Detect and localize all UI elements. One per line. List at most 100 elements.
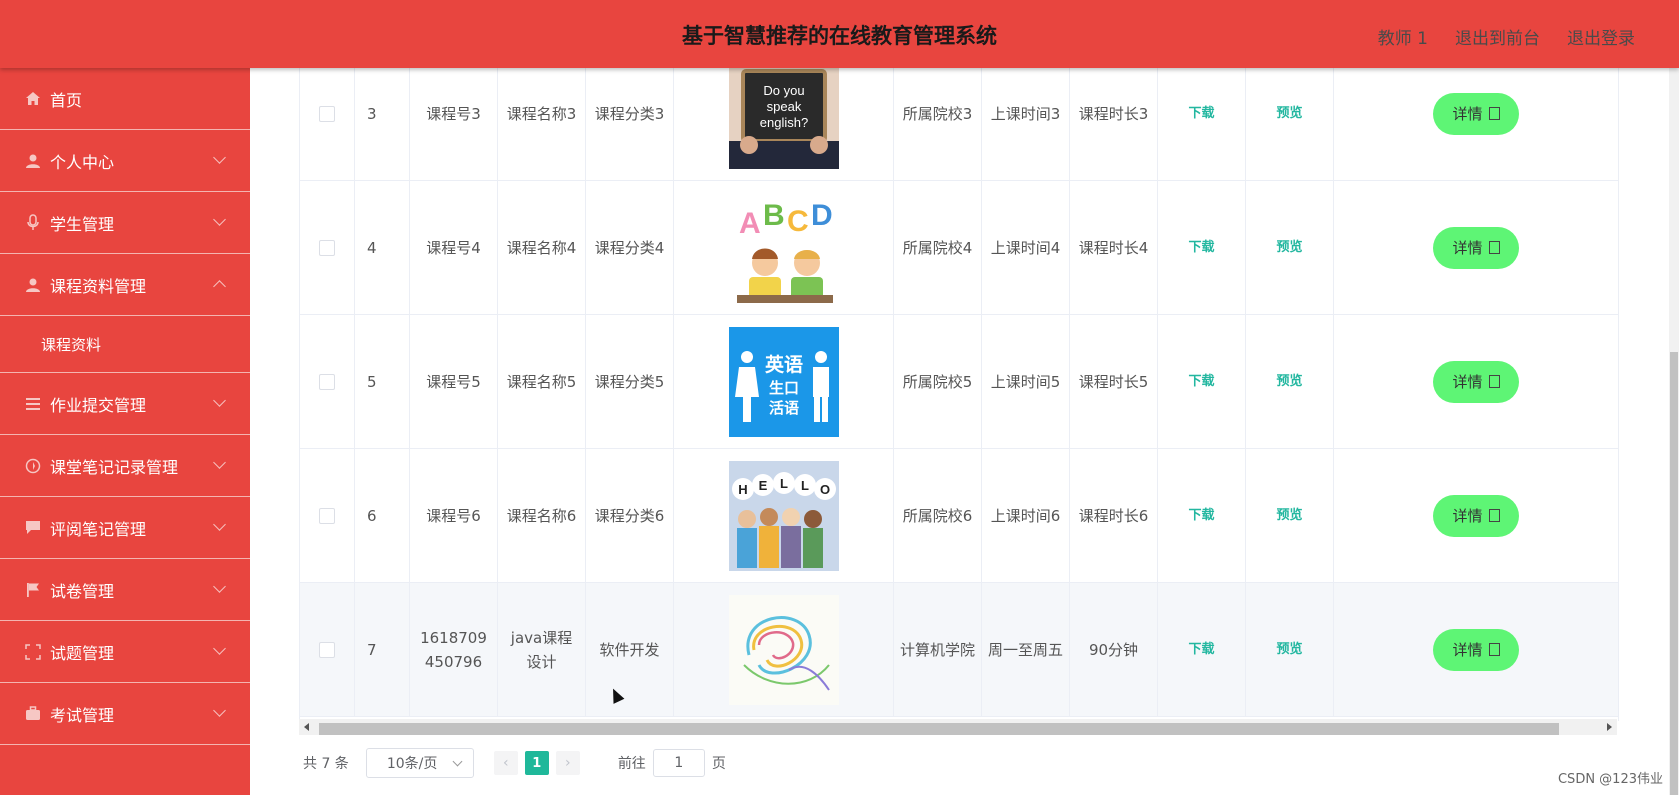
sidebar-subitem-course-materials[interactable]: 课程资料 <box>0 316 250 373</box>
table-row: 3 课程号3 课程名称3 课程分类3 Do you speak english? <box>300 68 1618 181</box>
duration-cell: 课程时长4 <box>1070 181 1158 314</box>
chat-icon <box>24 519 42 537</box>
preview-cell: 预览 <box>1246 68 1334 180</box>
row-checkbox-cell[interactable] <box>300 181 355 314</box>
table-horizontal-scrollbar[interactable] <box>299 719 1617 735</box>
chevron-down-icon <box>213 518 226 531</box>
total-count: 共 7 条 <box>303 756 349 772</box>
sidebar-item-label: 考试管理 <box>50 705 115 725</box>
preview-link[interactable]: 预览 <box>1276 236 1302 260</box>
sidebar-item-exam-management[interactable]: 考试管理 <box>0 683 250 745</box>
sidebar-item-exam-paper-management[interactable]: 试卷管理 <box>0 559 250 621</box>
row-checkbox[interactable] <box>319 105 335 122</box>
sidebar-item-label: 首页 <box>50 90 83 110</box>
sidebar-item-label: 课堂笔记记录管理 <box>50 457 179 477</box>
download-cell: 下载 <box>1158 181 1246 314</box>
row-checkbox-cell[interactable] <box>300 315 355 448</box>
sidebar-item-label: 评阅笔记管理 <box>50 519 147 539</box>
user-icon <box>24 152 42 170</box>
row-checkbox-cell[interactable] <box>300 583 355 716</box>
preview-cell: 预览 <box>1246 583 1334 716</box>
actions-cell: 详情 <box>1334 68 1618 180</box>
sidebar-item-review-notes-management[interactable]: 评阅笔记管理 <box>0 497 250 559</box>
sidebar-item-homework-management[interactable]: 作业提交管理 <box>0 373 250 435</box>
sidebar-item-label: 学生管理 <box>50 214 115 234</box>
row-checkbox-cell[interactable] <box>300 449 355 582</box>
row-checkbox[interactable] <box>319 641 335 658</box>
sidebar-item-class-notes-management[interactable]: 课堂笔记记录管理 <box>0 435 250 497</box>
detail-button[interactable]: 详情 <box>1433 92 1519 135</box>
sidebar-item-student-management[interactable]: 学生管理 <box>0 192 250 254</box>
briefcase-icon <box>24 705 42 723</box>
current-page-button[interactable]: 1 <box>524 751 549 775</box>
abstract-swirl-image <box>728 594 839 705</box>
download-link[interactable]: 下载 <box>1188 236 1214 260</box>
detail-button[interactable]: 详情 <box>1433 360 1519 403</box>
preview-cell: 预览 <box>1246 449 1334 582</box>
category-cell: 课程分类5 <box>586 315 674 448</box>
image-cell: Do you speak english? <box>674 68 894 180</box>
course-no-cell: 课程号6 <box>410 449 498 582</box>
svg-text:活语: 活语 <box>768 399 798 417</box>
svg-text:B: B <box>763 199 785 232</box>
table-row: 7 1618709450796 java课程设计 软件开发 计算机学院 周一至周… <box>300 583 1618 717</box>
download-link[interactable]: 下载 <box>1188 102 1214 126</box>
english-speaking-blue-sign: 英语 生口 活语 <box>728 326 839 437</box>
row-checkbox-cell[interactable] <box>300 68 355 180</box>
current-user-label[interactable]: 教师 1 <box>1378 24 1428 49</box>
preview-link[interactable]: 预览 <box>1276 504 1302 528</box>
preview-link[interactable]: 预览 <box>1276 638 1302 662</box>
preview-link[interactable]: 预览 <box>1276 102 1302 126</box>
actions-cell: 详情 <box>1334 315 1618 448</box>
download-link[interactable]: 下载 <box>1188 370 1214 394</box>
scroll-left-arrow-icon[interactable] <box>304 723 309 731</box>
abcd-kids-illustration: A B C D <box>728 192 839 303</box>
goto-page-input[interactable]: 1 <box>652 749 705 777</box>
row-checkbox[interactable] <box>319 507 335 524</box>
scroll-right-arrow-icon[interactable] <box>1607 723 1612 731</box>
row-checkbox[interactable] <box>319 373 335 390</box>
download-cell: 下载 <box>1158 583 1246 716</box>
detail-button-label: 详情 <box>1452 372 1483 391</box>
next-page-button[interactable]: › <box>555 751 580 775</box>
school-cell: 所属院校3 <box>894 68 982 180</box>
class-time-cell: 上课时间6 <box>982 449 1070 582</box>
document-icon <box>1488 509 1500 522</box>
list-icon <box>24 395 42 413</box>
chevron-down-icon <box>213 704 226 717</box>
svg-text:E: E <box>758 478 767 493</box>
download-link[interactable]: 下载 <box>1188 504 1214 528</box>
document-icon <box>1488 107 1500 120</box>
svg-text:Do you: Do you <box>763 83 804 98</box>
sidebar-item-question-management[interactable]: 试题管理 <box>0 621 250 683</box>
logout-link[interactable]: 退出登录 <box>1567 24 1635 49</box>
page-size-select[interactable]: 10条/页 <box>365 748 474 778</box>
sidebar-item-label: 个人中心 <box>50 152 115 172</box>
sidebar-item-personal-center[interactable]: 个人中心 <box>0 130 250 192</box>
vertical-scroll-thumb[interactable] <box>1670 352 1678 795</box>
category-cell: 软件开发 <box>586 583 674 716</box>
index-cell: 5 <box>355 315 410 448</box>
row-checkbox[interactable] <box>319 239 335 256</box>
chevron-down-icon <box>213 456 226 469</box>
fullscreen-icon <box>24 643 42 661</box>
sidebar-item-home[interactable]: 首页 <box>0 68 250 130</box>
course-name-cell: 课程名称3 <box>498 68 586 180</box>
svg-text:english?: english? <box>759 115 807 130</box>
detail-button[interactable]: 详情 <box>1433 628 1519 671</box>
horizontal-scroll-thumb[interactable] <box>319 723 1559 735</box>
chevron-down-icon <box>213 642 226 655</box>
detail-button[interactable]: 详情 <box>1433 226 1519 269</box>
prev-page-button[interactable]: ‹ <box>493 751 518 775</box>
sidebar-item-course-materials-management[interactable]: 课程资料管理 <box>0 254 250 316</box>
index-cell: 4 <box>355 181 410 314</box>
hello-people-illustration: H E L L O <box>728 460 839 571</box>
detail-button[interactable]: 详情 <box>1433 494 1519 537</box>
table-row: 4 课程号4 课程名称4 课程分类4 A B C D 所属院校4 上课时间4 课… <box>300 181 1618 315</box>
preview-link[interactable]: 预览 <box>1276 370 1302 394</box>
download-link[interactable]: 下载 <box>1188 638 1214 662</box>
page-vertical-scrollbar[interactable] <box>1669 68 1679 795</box>
svg-text:英语: 英语 <box>764 353 802 376</box>
back-to-front-link[interactable]: 退出到前台 <box>1455 24 1540 49</box>
actions-cell: 详情 <box>1334 583 1618 716</box>
